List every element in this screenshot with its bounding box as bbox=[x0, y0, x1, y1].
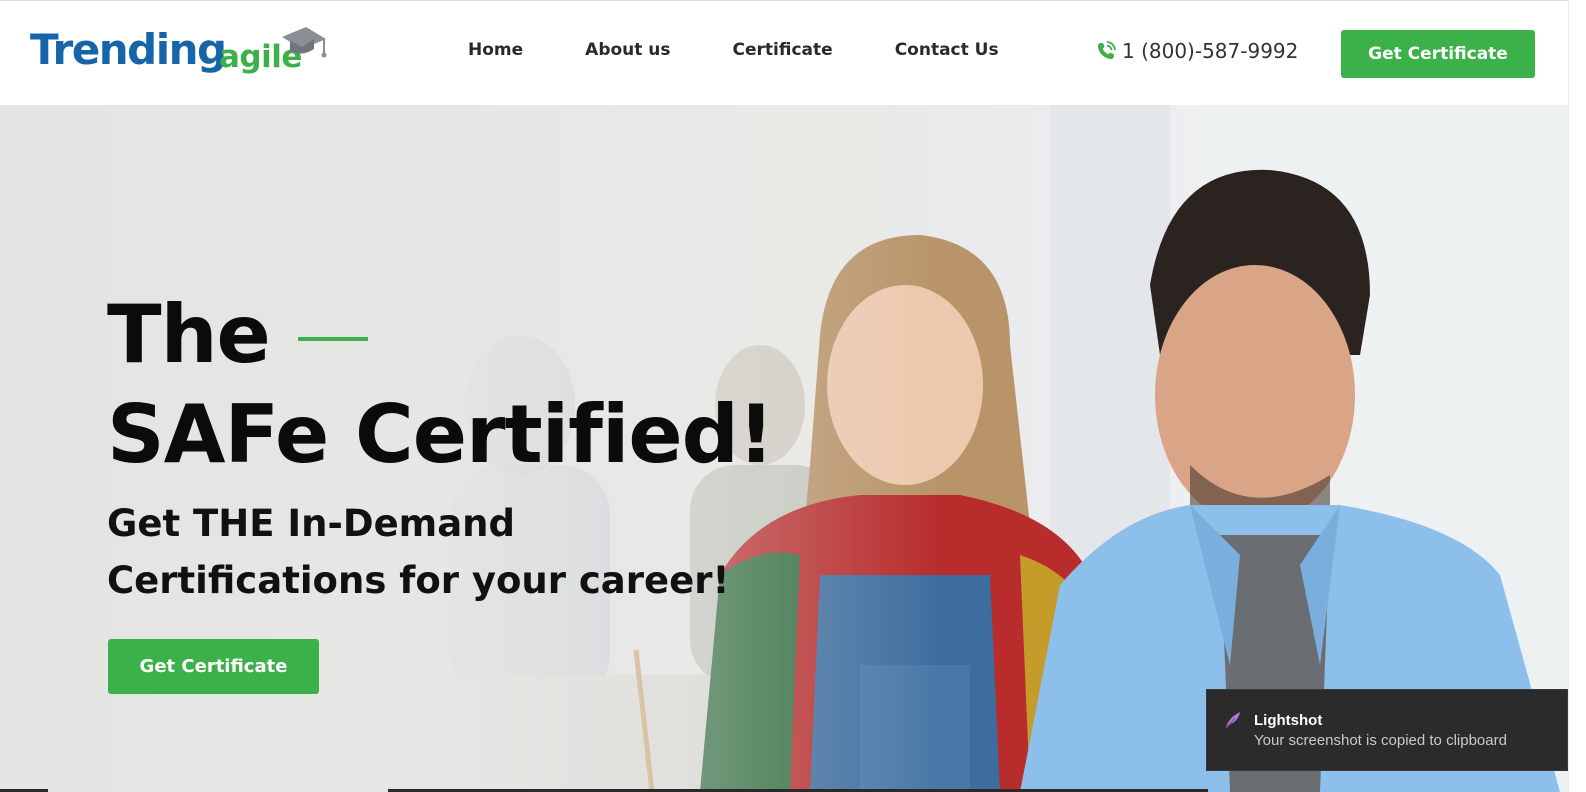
hero-subtitle-line2: Certifications for your career! bbox=[107, 559, 730, 602]
graduation-cap-icon bbox=[282, 27, 327, 58]
title-accent-dash bbox=[297, 337, 368, 341]
hero-title-line2: SAFe Certified! bbox=[107, 388, 774, 481]
toast-title: Lightshot bbox=[1254, 712, 1323, 729]
hero-get-certificate-button[interactable]: Get Certificate bbox=[108, 639, 319, 694]
page-scrollbar[interactable] bbox=[1568, 0, 1586, 792]
nav-item-certificate[interactable]: Certificate bbox=[733, 40, 833, 60]
nav-item-home[interactable]: Home bbox=[468, 40, 523, 60]
phone-number: 1 (800)-587-9992 bbox=[1122, 39, 1299, 63]
logo-primary-text: Trending bbox=[30, 25, 227, 74]
site-logo[interactable]: Trending agile bbox=[30, 21, 330, 87]
nav-item-contact-us[interactable]: Contact Us bbox=[895, 40, 999, 60]
main-nav: Home About us Certificate Contact Us bbox=[468, 40, 999, 60]
nav-item-about-us[interactable]: About us bbox=[585, 40, 670, 60]
hero-subtitle: Get THE In-Demand Certifications for you… bbox=[107, 495, 807, 609]
toast-message: Your screenshot is copied to clipboard bbox=[1254, 732, 1507, 749]
hero-title: The SAFe Certified! bbox=[107, 285, 774, 485]
site-header: Trending agile Home About us Certificate… bbox=[0, 0, 1586, 105]
lightshot-toast[interactable]: Lightshot Your screenshot is copied to c… bbox=[1206, 689, 1568, 771]
header-phone[interactable]: 1 (800)-587-9992 bbox=[1094, 39, 1298, 63]
phone-icon bbox=[1098, 41, 1116, 59]
hero-title-line1: The bbox=[107, 288, 271, 381]
header-get-certificate-button[interactable]: Get Certificate bbox=[1341, 30, 1535, 78]
feather-icon bbox=[1225, 712, 1240, 729]
hero-subtitle-line1: Get THE In-Demand bbox=[107, 502, 516, 545]
